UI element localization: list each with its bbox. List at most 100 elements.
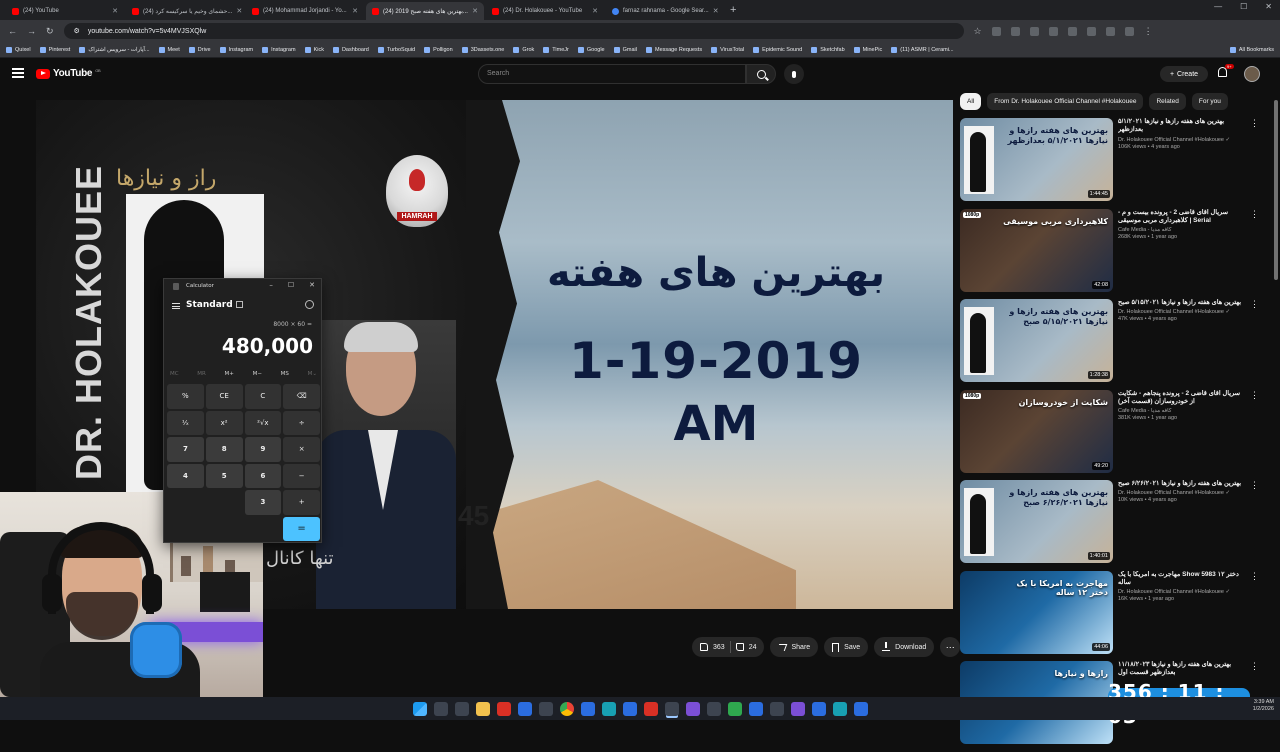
bookmark-item[interactable]: Polligon — [424, 46, 453, 53]
extension-icon[interactable] — [1067, 26, 1077, 36]
close-tab-icon[interactable]: ✕ — [112, 7, 118, 15]
bookmark-item[interactable]: TimeJr — [543, 46, 569, 53]
bookmark-item[interactable]: All Bookmarks — [1229, 46, 1274, 53]
new-tab-button[interactable]: + — [730, 4, 736, 16]
app-icon[interactable] — [769, 701, 784, 716]
more-options-icon[interactable]: ⋮ — [1250, 480, 1259, 491]
system-clock[interactable]: 3:39 AM 1/2/2026 — [1253, 699, 1274, 714]
video-thumbnail[interactable]: بهترین های هفته رازها و نیازها ۶/۲۶/۲۰۲۱… — [960, 480, 1113, 563]
memory-key[interactable]: M+ — [225, 371, 234, 377]
site-info-icon[interactable]: ⚙ — [74, 27, 80, 35]
calculator-key[interactable]: 3 — [244, 490, 282, 515]
more-options-icon[interactable]: ⋮ — [1250, 209, 1259, 220]
back-icon[interactable]: ← — [8, 26, 17, 36]
calculator-key[interactable]: 6 — [244, 463, 282, 488]
calculator-key[interactable]: ⌫ — [283, 384, 320, 409]
forward-icon[interactable]: → — [27, 26, 36, 36]
extension-icon[interactable] — [1086, 26, 1096, 36]
related-video-item[interactable]: بهترین های هفته رازها و نیازها ۵/۱۵/۲۰۲۱… — [960, 299, 1272, 390]
video-thumbnail[interactable]: مهاجرت به امریکا با یک دختر ۱۲ ساله 44:06 — [960, 570, 1113, 654]
related-video-item[interactable]: مهاجرت به امریکا با یک دختر ۱۲ ساله 44:06… — [960, 570, 1272, 662]
filter-chip[interactable]: All — [960, 93, 982, 110]
download-button[interactable]: Download — [874, 637, 935, 657]
channel-name[interactable]: Cafe Media - کافه مدیا — [1118, 227, 1244, 233]
bookmark-item[interactable]: Drive — [188, 46, 211, 53]
bookmark-item[interactable]: Instagram — [262, 46, 296, 53]
scrollbar[interactable] — [1274, 100, 1278, 280]
calculator-key[interactable]: + — [283, 490, 320, 515]
bookmark-item[interactable]: Sketchfab — [811, 46, 845, 53]
bookmark-item[interactable]: Meet — [158, 46, 180, 53]
app-icon[interactable] — [496, 701, 511, 716]
calculator-key[interactable]: 9 — [244, 437, 282, 462]
extension-icon[interactable] — [1029, 26, 1039, 36]
minimize-icon[interactable]: — — [1214, 2, 1222, 11]
reload-icon[interactable]: ↻ — [46, 26, 54, 37]
video-thumbnail[interactable]: 1080p شکایت از خودروسازان 49:20 — [960, 389, 1113, 473]
dislike-count[interactable]: 24 — [749, 644, 757, 651]
bookmark-item[interactable]: MinePic — [853, 46, 882, 53]
create-button[interactable]: + Create — [1160, 66, 1208, 82]
more-options-icon[interactable]: ⋮ — [1250, 390, 1259, 401]
save-button[interactable]: Save — [824, 637, 869, 657]
app-icon[interactable] — [706, 701, 721, 716]
share-button[interactable]: Share — [770, 637, 819, 657]
browser-menu-icon[interactable]: ⋮ — [1144, 26, 1153, 37]
bookmark-item[interactable]: Instagram — [219, 46, 253, 53]
app-icon[interactable] — [853, 701, 868, 716]
calculator-key[interactable]: − — [283, 463, 320, 488]
video-title[interactable]: بهترین های هفته رازها و نیازها ۵/۱/۲۰۲۱ … — [1118, 118, 1244, 135]
app-icon[interactable] — [517, 701, 532, 716]
discord-icon[interactable] — [685, 701, 700, 716]
calculator-key[interactable]: C — [244, 384, 282, 409]
account-avatar[interactable] — [1244, 66, 1260, 82]
close-icon[interactable]: ✕ — [309, 281, 315, 289]
app-icon[interactable] — [790, 701, 805, 716]
channel-name[interactable]: Dr. Holakouee Official Channel #Holakoue… — [1118, 137, 1244, 143]
close-tab-icon[interactable]: ✕ — [713, 7, 719, 15]
maximize-icon[interactable]: ☐ — [288, 281, 294, 289]
youtube-logo[interactable]: YouTube GB — [36, 68, 101, 79]
related-video-item[interactable]: 1080p شکایت از خودروسازان 49:20 سریال آقای … — [960, 389, 1272, 481]
bookmark-item[interactable]: Kick — [304, 46, 324, 53]
calculator-key[interactable]: × — [283, 437, 320, 462]
bookmark-item[interactable]: TurboSquid — [377, 46, 415, 53]
calculator-menu-icon[interactable] — [172, 303, 180, 309]
calculator-key[interactable]: % — [167, 384, 204, 409]
video-title[interactable]: مهاجرت به امریکا با یک Show 5983 دختر ۱۲… — [1118, 571, 1244, 588]
memory-key[interactable]: MC — [170, 371, 179, 377]
calculator-key[interactable]: CE — [205, 384, 243, 409]
search-icon[interactable] — [433, 701, 448, 716]
video-title[interactable]: سریال آقای قاضی 2 - پرونده پنجاهم - شکای… — [1118, 390, 1244, 407]
related-video-item[interactable]: 1080p کلاهبرداری مربی موسیقی 42:08 سریال آق… — [960, 208, 1272, 300]
keep-on-top-icon[interactable] — [236, 301, 243, 308]
extension-icon[interactable] — [1010, 26, 1020, 36]
channel-name[interactable]: Dr. Holakouee Official Channel #Holakoue… — [1118, 490, 1244, 496]
bookmark-item[interactable]: آپارات - سرویس اشتراک... — [79, 46, 150, 53]
history-icon[interactable] — [305, 300, 314, 309]
channel-name[interactable]: Cafe Media - کافه مدیا — [1118, 408, 1244, 414]
calculator-key[interactable]: ²√x — [244, 410, 282, 435]
memory-key[interactable]: MS — [281, 371, 289, 377]
close-window-icon[interactable]: ✕ — [1265, 2, 1272, 11]
video-thumbnail[interactable]: بهترین های هفته رازها و نیازها ۵/۱۵/۲۰۲۱… — [960, 299, 1113, 382]
file-explorer-icon[interactable] — [475, 701, 490, 716]
equals-key[interactable]: = — [283, 516, 320, 541]
search-button[interactable] — [746, 64, 776, 84]
bookmark-item[interactable]: Dashboard — [332, 46, 369, 53]
settings-icon[interactable] — [538, 701, 553, 716]
bookmark-item[interactable]: Pinterest — [39, 46, 70, 53]
thumbs-down-icon[interactable] — [735, 643, 744, 651]
channel-name[interactable]: Dr. Holakouee Official Channel #Holakoue… — [1118, 309, 1244, 315]
more-options-icon[interactable]: ⋮ — [1250, 118, 1259, 129]
star-icon[interactable]: ☆ — [974, 26, 982, 37]
video-thumbnail[interactable]: 1080p کلاهبرداری مربی موسیقی 42:08 — [960, 208, 1113, 292]
more-actions-button[interactable]: ⋯ — [940, 637, 961, 657]
task-view-icon[interactable] — [454, 701, 469, 716]
bookmark-item[interactable]: Gmail — [613, 46, 637, 53]
bookmark-item[interactable]: Grok — [513, 46, 534, 53]
close-tab-icon[interactable]: ✕ — [592, 7, 598, 15]
app-icon[interactable] — [643, 701, 658, 716]
extension-icon[interactable] — [1105, 26, 1115, 36]
bookmark-item[interactable]: 3Dassets.one — [461, 46, 504, 53]
